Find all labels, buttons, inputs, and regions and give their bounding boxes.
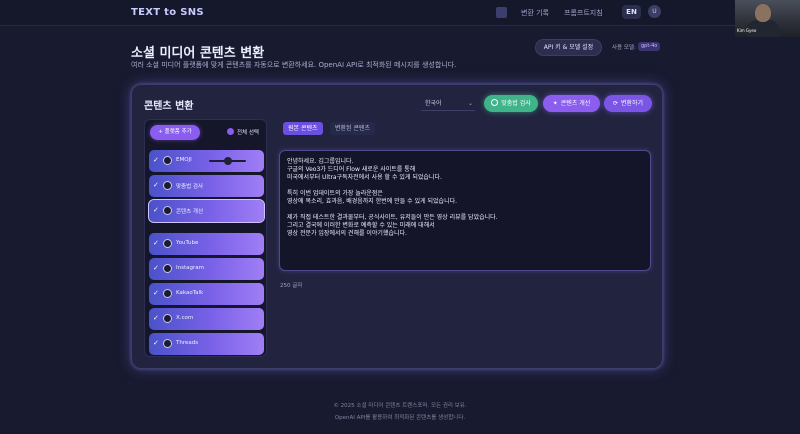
convert-button-label: 변환하기: [620, 100, 644, 107]
content-line: 그리고 결국에 이러한 변화로 예측할 수 있는 미래에 대해서: [287, 222, 435, 229]
avatar[interactable]: U: [648, 5, 661, 18]
platform-label: 맞춤법 검사: [176, 184, 204, 190]
tab-converted-content[interactable]: 변환된 콘텐츠: [330, 122, 376, 135]
content-line: [287, 182, 643, 190]
language-toggle-button[interactable]: EN: [622, 5, 641, 19]
content-line: 미국에서부터 Ultra구독자전에서 사용 할 수 있게 되었습니다.: [287, 174, 442, 181]
platform-panel: + 플랫폼 추가 전체 선택 ✓ EMOJI ✓ 맞춤법 검사 ✓ 콘텐츠 개선…: [144, 119, 267, 357]
footer-copyright: © 2025 소셜 미디어 콘텐츠 트랜스포머. 모든 권리 보유.: [333, 403, 467, 409]
platform-label: YouTube: [176, 240, 199, 246]
select-all-checkbox[interactable]: 전체 선택: [227, 128, 259, 136]
nav-prompt-guide-link[interactable]: 프롬프트지침: [564, 8, 603, 18]
slider-handle[interactable]: [224, 157, 232, 165]
page-title: 소셜 미디어 콘텐츠 변환: [131, 46, 265, 61]
webcam-person-head: [755, 4, 771, 22]
content-textarea[interactable]: 안녕하세요. 김그룹입니다. 구글의 Veo3가 드디어 Flow 새로운 사이…: [279, 150, 651, 271]
check-icon: ✓: [153, 339, 159, 347]
footer-note: OpenAI API를 활용하여 최적화된 콘텐츠를 생성합니다.: [334, 415, 466, 421]
card-title: 콘텐츠 변환: [144, 101, 194, 112]
youtube-icon: [163, 239, 172, 248]
spellcheck-icon: [163, 181, 172, 190]
sparkle-icon: [163, 206, 172, 215]
convert-button[interactable]: ⟳ 변환하기: [604, 95, 652, 112]
content-convert-card: 콘텐츠 변환 한국어 ⌄ 맞춤법 검사 ✦ 콘텐츠 개선 ⟳ 변환하기 + 플랫폼 …: [131, 84, 663, 369]
refresh-icon: ⟳: [612, 100, 618, 107]
content-line: 영상 전문가 입장에서의 견해를 이야기했습니다.: [287, 230, 407, 237]
platform-item-x[interactable]: ✓ X.com: [149, 308, 264, 330]
home-icon[interactable]: [496, 7, 507, 18]
platform-label: X.com: [176, 315, 194, 321]
content-line: 특히 이번 업데이트의 가장 놀라운점은: [287, 190, 383, 197]
platform-label: KakaoTalk: [176, 290, 204, 296]
kakaotalk-icon: [163, 289, 172, 298]
check-circle-icon: [491, 99, 499, 106]
threads-icon: [163, 339, 172, 348]
top-navbar: TEXT to SNS 변환 기록 프롬프트지침 EN U: [0, 0, 800, 26]
add-platform-button[interactable]: + 플랫폼 추가: [150, 125, 200, 140]
content-line: 안녕하세요. 김그룹입니다.: [287, 158, 354, 165]
select-all-label: 전체 선택: [237, 130, 259, 136]
platform-label: Threads: [176, 340, 199, 346]
improve-content-button[interactable]: ✦ 콘텐츠 개선: [543, 95, 600, 112]
spellcheck-button[interactable]: 맞춤법 검사: [484, 95, 538, 112]
nav-history-link[interactable]: 변환 기록: [521, 8, 549, 18]
check-icon: ✓: [153, 239, 159, 247]
model-label: 사용 모델:: [612, 45, 636, 51]
language-select-value: 한국어: [425, 100, 442, 107]
content-line: 구글의 Veo3가 드디어 Flow 새로운 사이트를 통해: [287, 166, 416, 173]
platform-item-youtube[interactable]: ✓ YouTube: [149, 233, 264, 255]
check-icon: ✓: [153, 156, 159, 164]
language-select[interactable]: 한국어 ⌄: [421, 97, 475, 111]
spellcheck-button-label: 맞춤법 검사: [501, 100, 531, 107]
platform-label: 콘텐츠 개선: [176, 209, 204, 215]
page-subtitle: 여러 소셜 미디어 플랫폼에 맞게 콘텐츠를 자동으로 변환하세요. OpenA…: [131, 61, 457, 69]
chevron-down-icon: ⌄: [467, 100, 473, 107]
tab-original-content[interactable]: 원본 콘텐츠: [283, 122, 323, 135]
improve-content-button-label: 콘텐츠 개선: [560, 100, 591, 107]
brand-logo[interactable]: TEXT to SNS: [131, 7, 204, 18]
check-icon: ✓: [153, 181, 159, 189]
char-count: 250 글자: [280, 283, 303, 289]
platform-item-improve[interactable]: ✓ 콘텐츠 개선: [148, 199, 265, 223]
instagram-icon: [163, 264, 172, 273]
platform-item-emoji[interactable]: ✓ EMOJI: [149, 150, 264, 172]
platform-item-instagram[interactable]: ✓ Instagram: [149, 258, 264, 280]
api-settings-button[interactable]: API 키 & 모델 설정: [535, 39, 602, 56]
platform-item-spellcheck[interactable]: ✓ 맞춤법 검사: [149, 175, 264, 197]
webcam-overlay: Kim Gyeo: [735, 0, 800, 37]
platform-item-kakaotalk[interactable]: ✓ KakaoTalk: [149, 283, 264, 305]
check-icon: ✓: [153, 264, 159, 272]
content-line: [287, 206, 643, 214]
check-icon: ✓: [153, 314, 159, 322]
platform-label: EMOJI: [176, 157, 192, 163]
platform-item-threads[interactable]: ✓ Threads: [149, 333, 264, 355]
check-icon: ✓: [153, 289, 159, 297]
webcam-name-label: Kim Gyeo: [737, 28, 757, 33]
platform-label: Instagram: [176, 265, 204, 271]
emoji-icon: [163, 156, 172, 165]
checkbox-icon: [227, 128, 234, 135]
x-icon: [163, 314, 172, 323]
sparkle-icon: ✦: [552, 100, 558, 107]
content-line: 영상에 목소리, 효과음, 배경음까지 한번에 만들 수 있게 되었습니다.: [287, 198, 458, 205]
check-icon: ✓: [153, 206, 159, 214]
content-line: 제가 직접 테스트한 결과물부터, 공식사이트, 유저들이 만든 영상 리뷰를 …: [287, 214, 498, 221]
model-badge: gpt-4o: [638, 42, 661, 51]
